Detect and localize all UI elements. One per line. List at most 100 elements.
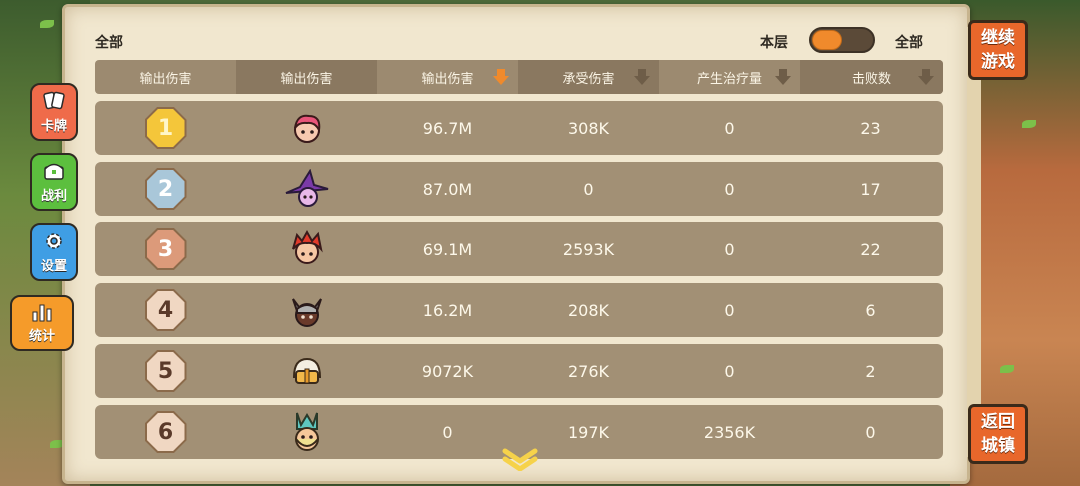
- rank-badge: 5: [144, 350, 187, 392]
- stats-panel: 全部 本层 全部 输出伤害 输出伤害 输出伤害 承受伤害 产生治疗量 击败数 1…: [62, 4, 981, 484]
- damage-taken-value: 276K: [567, 361, 610, 381]
- continue-label-line2: 游戏: [981, 52, 1015, 72]
- header-label: 击败数: [851, 71, 891, 87]
- table-row[interactable]: 1 96.7M 308K 0 23: [95, 101, 943, 155]
- kills-value: 23: [860, 118, 881, 138]
- rank-number: 4: [146, 291, 185, 329]
- sort-down-arrow-icon[interactable]: [917, 68, 935, 86]
- damage-dealt-value: 96.7M: [422, 118, 473, 138]
- healing-value: 0: [724, 239, 735, 259]
- rank-number: 5: [146, 352, 185, 390]
- gear-icon: [46, 233, 62, 249]
- healing-value: 0: [724, 118, 735, 138]
- damage-dealt-value: 69.1M: [422, 239, 473, 259]
- kills-value: 2: [865, 361, 876, 381]
- kills-value: 22: [860, 239, 881, 259]
- rank-cell: 2: [95, 162, 236, 216]
- toggle-label-floor: 本层: [760, 35, 788, 51]
- damage-dealt-value: 16.2M: [422, 300, 473, 320]
- rank-badge: 1: [144, 107, 187, 149]
- kills-value: 17: [860, 179, 881, 199]
- scope-label: 全部: [95, 35, 123, 51]
- header-kills[interactable]: 击败数: [800, 60, 943, 94]
- rank-cell: 6: [95, 405, 236, 459]
- leaf-decoration: [1022, 120, 1036, 128]
- kills-value: 6: [865, 300, 876, 320]
- continue-label-line1: 继续: [981, 28, 1015, 48]
- sort-down-arrow-icon[interactable]: [774, 68, 792, 86]
- pink-hair-hero-icon: [293, 114, 320, 143]
- rank-cell: 1: [95, 101, 236, 155]
- witch-hat-hero-icon: [285, 169, 328, 207]
- leaf-decoration: [40, 20, 54, 28]
- healing-value: 0: [724, 300, 735, 320]
- bar-chart-icon: [32, 304, 52, 322]
- rank-cell: 4: [95, 283, 236, 337]
- scroll-down-chevron-icon[interactable]: [502, 447, 538, 471]
- healing-value: 0: [724, 179, 735, 199]
- rank-cell: 5: [95, 344, 236, 398]
- damage-taken-value: 308K: [567, 118, 610, 138]
- chest-icon: [44, 163, 64, 180]
- table-row[interactable]: 3 69.1M 2593K 0 22: [95, 222, 943, 276]
- rank-number: 1: [146, 109, 185, 147]
- header-damage-taken[interactable]: 承受伤害: [518, 60, 659, 94]
- header-healing[interactable]: 产生治疗量: [659, 60, 800, 94]
- hero-cell: [236, 222, 377, 276]
- tab-stats-label: 统计: [28, 329, 55, 344]
- tab-cards[interactable]: 卡牌: [30, 83, 78, 141]
- healing-value: 2356K: [703, 422, 756, 442]
- tab-settings-label: 设置: [40, 259, 67, 274]
- toggle-knob: [812, 30, 842, 50]
- header-label: 承受伤害: [562, 71, 615, 87]
- sort-down-arrow-icon[interactable]: [492, 68, 510, 86]
- rank-number: 3: [146, 230, 185, 268]
- table-row[interactable]: 2 87.0M 0 0 17: [95, 162, 943, 216]
- rank-badge: 3: [144, 228, 187, 270]
- header-label: 输出伤害: [139, 71, 192, 87]
- return-label-line2: 城镇: [981, 436, 1015, 456]
- rank-badge: 2: [144, 168, 187, 210]
- header-label: 产生治疗量: [696, 71, 762, 87]
- damage-taken-value: 0: [583, 179, 594, 199]
- damage-dealt-value: 87.0M: [422, 179, 473, 199]
- damage-taken-value: 2593K: [562, 239, 615, 259]
- damage-dealt-value: 9072K: [421, 361, 474, 381]
- tab-loot-label: 战利: [40, 189, 67, 204]
- tab-settings[interactable]: 设置: [30, 223, 78, 281]
- panel-edge: [967, 27, 981, 457]
- horned-helmet-hero-icon: [291, 298, 322, 327]
- return-town-button[interactable]: 返回 城镇: [968, 404, 1028, 464]
- return-label-line1: 返回: [981, 412, 1015, 432]
- header-hero: 输出伤害: [236, 60, 377, 94]
- red-hair-hero-icon: [291, 229, 323, 264]
- leaf-decoration: [1000, 365, 1014, 373]
- hero-cell: [236, 344, 377, 398]
- damage-taken-value: 208K: [567, 300, 610, 320]
- tab-cards-label: 卡牌: [40, 119, 67, 134]
- hero-cell: [236, 405, 377, 459]
- header-damage-dealt[interactable]: 输出伤害: [377, 60, 518, 94]
- tab-loot[interactable]: 战利: [30, 153, 78, 211]
- cards-icon: [43, 91, 65, 110]
- header-label: 输出伤害: [421, 71, 474, 87]
- tab-stats[interactable]: 统计: [10, 295, 74, 351]
- rank-number: 2: [146, 170, 185, 208]
- toggle-label-all: 全部: [895, 35, 923, 51]
- white-helmet-hero-icon: [292, 357, 321, 384]
- damage-dealt-value: 0: [442, 422, 453, 442]
- hero-cell: [236, 162, 377, 216]
- rank-number: 6: [146, 413, 185, 451]
- table-header: 输出伤害 输出伤害 输出伤害 承受伤害 产生治疗量 击败数: [95, 60, 943, 94]
- table-row[interactable]: 5 9072K 276K 0 2: [95, 344, 943, 398]
- damage-taken-value: 197K: [567, 422, 610, 442]
- continue-game-button[interactable]: 继续 游戏: [968, 20, 1028, 80]
- rank-badge: 6: [144, 411, 187, 453]
- sort-down-arrow-icon[interactable]: [633, 68, 651, 86]
- scope-toggle[interactable]: [809, 27, 875, 53]
- hero-cell: [236, 283, 377, 337]
- header-rank: 输出伤害: [95, 60, 236, 94]
- crown-hero-icon: [294, 412, 319, 451]
- table-row[interactable]: 4 16.2M 208K 0 6: [95, 283, 943, 337]
- kills-value: 0: [865, 422, 876, 442]
